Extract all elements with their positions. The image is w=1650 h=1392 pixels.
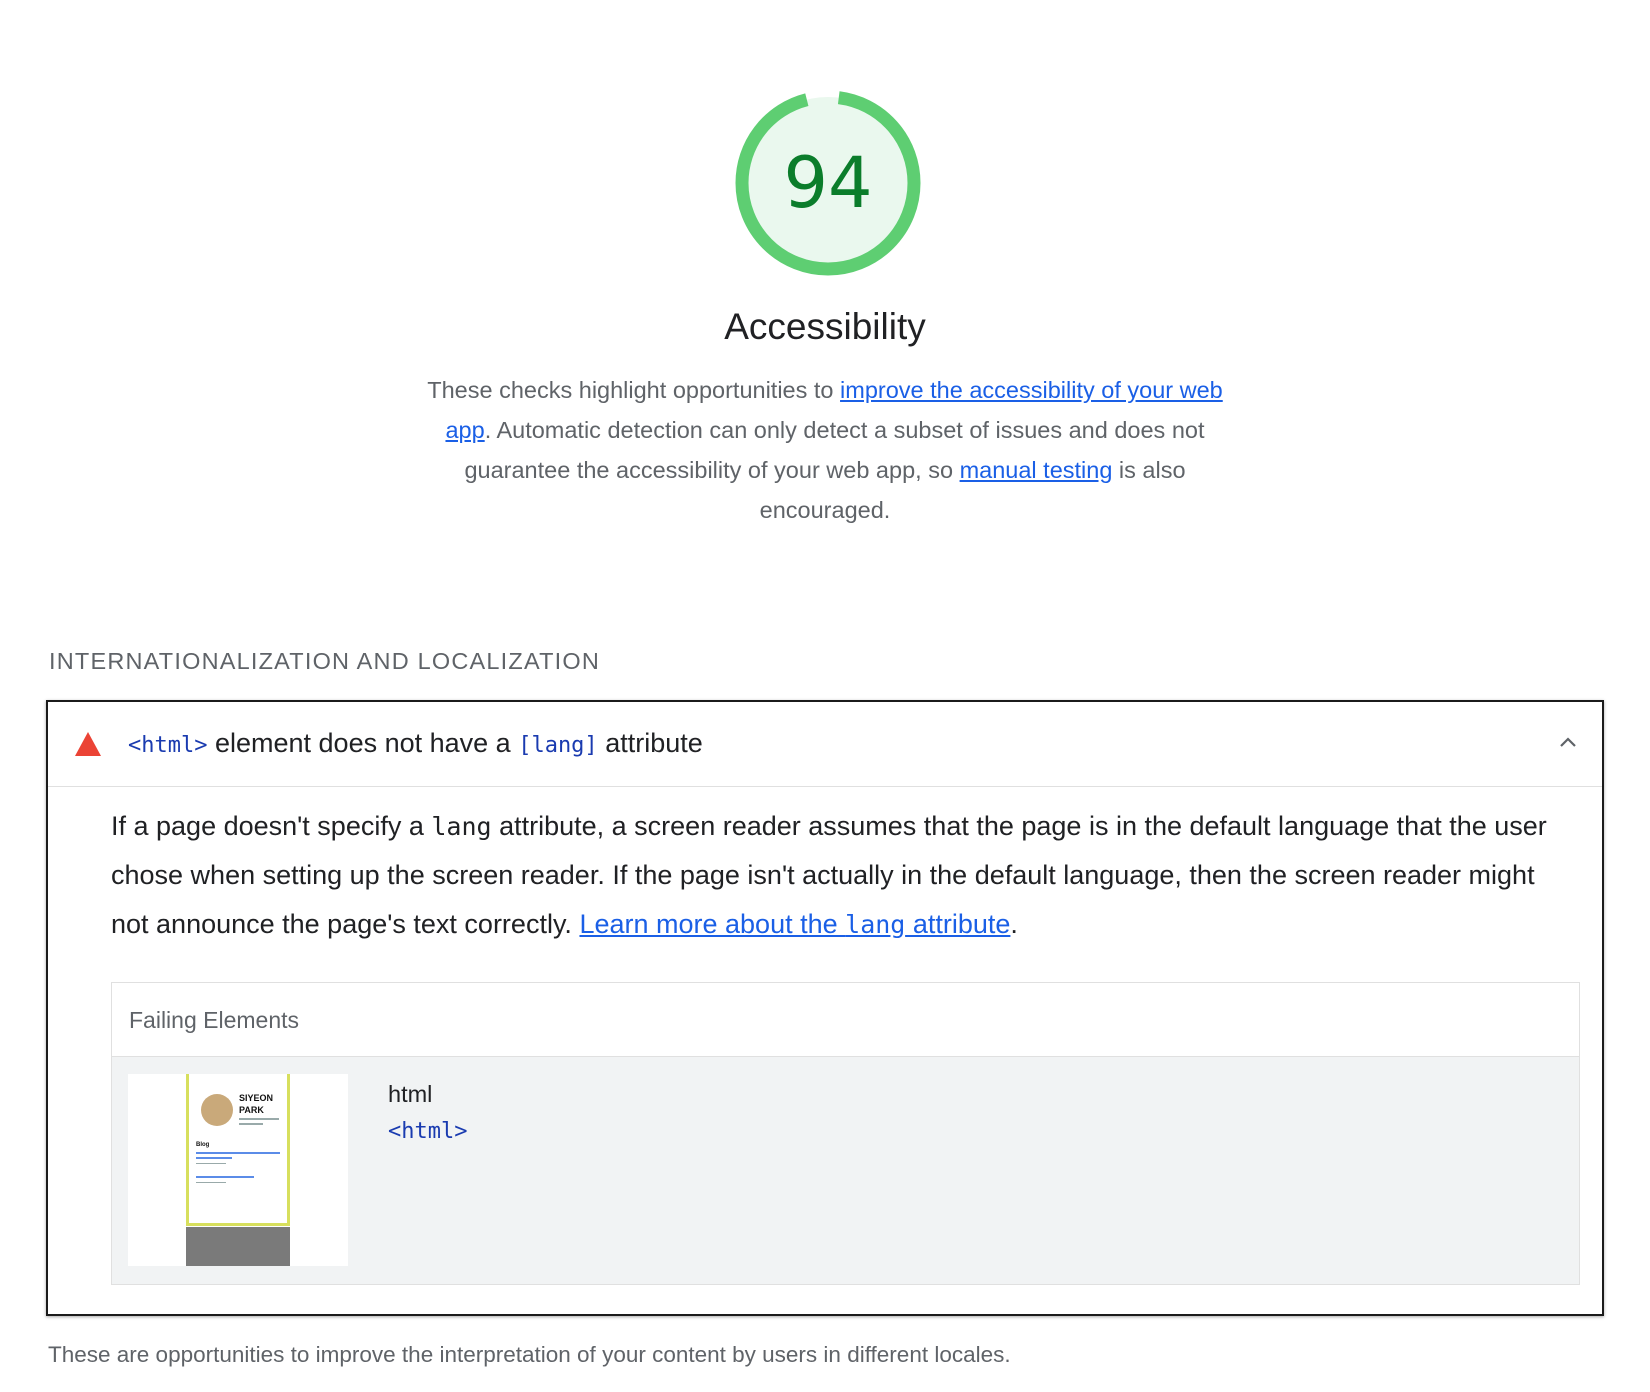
audit-desc-period: . — [1010, 909, 1018, 939]
group-footer: These are opportunities to improve the i… — [48, 1342, 1011, 1367]
learn-more-text: Learn more about the — [579, 909, 846, 939]
audit-title-text: element does not have a — [207, 728, 519, 758]
node-label: html — [388, 1081, 433, 1107]
learn-more-end: attribute — [905, 909, 1011, 939]
score-gauge: 94 — [729, 84, 927, 282]
thumbnail-date-line — [196, 1182, 226, 1183]
thumbnail-overlay — [186, 1227, 290, 1266]
audit-html-has-lang: <html> element does not have a [lang] at… — [46, 700, 1604, 1316]
fail-triangle-icon — [75, 732, 101, 756]
category-description: These checks highlight opportunities to … — [425, 370, 1225, 530]
thumbnail-text-line — [239, 1123, 263, 1125]
audit-title-code-html: <html> — [128, 733, 208, 758]
element-screenshot-thumbnail[interactable]: SIYEON PARK Blog — [128, 1074, 348, 1266]
score-value: 94 — [783, 142, 873, 224]
table-row: SIYEON PARK Blog html <html> — [112, 1057, 1579, 1284]
failing-elements-table: Failing Elements SIYEON PARK Blog html <… — [111, 982, 1580, 1285]
group-title: INTERNATIONALIZATION AND LOCALIZATION — [49, 648, 601, 674]
thumbnail-link-line — [196, 1157, 232, 1159]
thumbnail-avatar — [201, 1094, 233, 1126]
thumbnail-text-line — [239, 1118, 279, 1120]
audit-header[interactable]: <html> element does not have a [lang] at… — [48, 702, 1602, 787]
table-header-label: Failing Elements — [129, 1007, 300, 1033]
audit-desc-text-1: If a page doesn't specify a — [111, 811, 432, 841]
thumbnail-link-line — [196, 1152, 280, 1154]
thumbnail-link-line — [196, 1176, 254, 1178]
node-snippet[interactable]: <html> — [388, 1119, 467, 1144]
audit-desc-code: lang — [431, 812, 492, 841]
thumbnail-page: SIYEON PARK Blog — [186, 1074, 290, 1226]
audit-title-end: attribute — [597, 728, 703, 758]
learn-more-lang-link[interactable]: Learn more about the lang attribute — [579, 909, 1010, 939]
desc-text-1: These checks highlight opportunities to — [427, 377, 841, 403]
table-header: Failing Elements — [112, 983, 1579, 1057]
audit-title: <html> element does not have a [lang] at… — [128, 728, 703, 759]
chevron-up-icon[interactable] — [1558, 732, 1578, 752]
category-title: Accessibility — [724, 306, 926, 347]
manual-testing-link[interactable]: manual testing — [960, 457, 1113, 483]
thumbnail-date-line — [196, 1163, 226, 1164]
audit-title-code-lang: [lang] — [518, 733, 598, 758]
thumbnail-blog-heading: Blog — [196, 1142, 210, 1148]
thumbnail-name: SIYEON PARK — [239, 1093, 274, 1115]
audit-description: If a page doesn't specify a lang attribu… — [111, 802, 1551, 949]
learn-more-code: lang — [845, 910, 906, 939]
